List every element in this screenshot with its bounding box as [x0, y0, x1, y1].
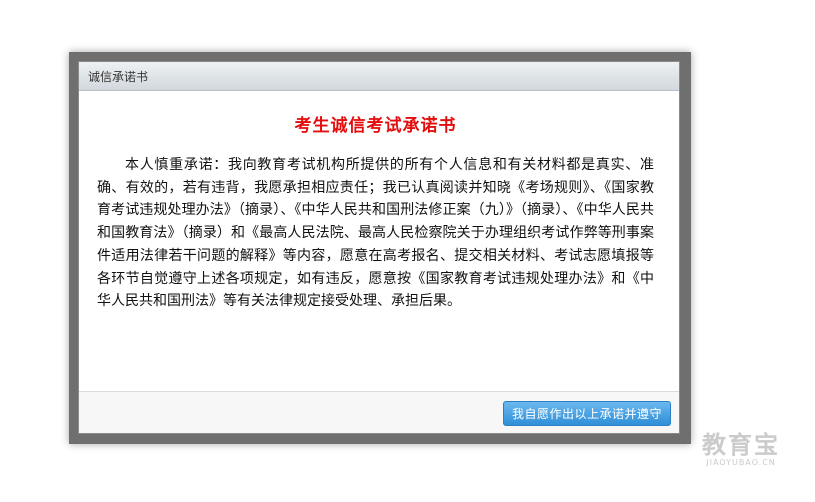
dialog-body: 考生诚信考试承诺书 本人慎重承诺：我向教育考试机构所提供的所有个人信息和有关材料…	[79, 91, 679, 392]
pledge-text: 本人慎重承诺：我向教育考试机构所提供的所有个人信息和有关材料都是真实、准确、有效…	[97, 157, 654, 310]
dialog-title: 诚信承诺书	[88, 69, 149, 84]
watermark-domain: JIAOYUBAO.CN	[706, 458, 776, 467]
pledge-dialog: 诚信承诺书 考生诚信考试承诺书 本人慎重承诺：我向教育考试机构所提供的所有个人信…	[78, 61, 680, 434]
dialog-titlebar: 诚信承诺书	[79, 62, 679, 91]
dialog-frame: 诚信承诺书 考生诚信考试承诺书 本人慎重承诺：我向教育考试机构所提供的所有个人信…	[69, 52, 691, 444]
pledge-heading: 考生诚信考试承诺书	[294, 116, 457, 136]
agree-pledge-button[interactable]: 我自愿作出以上承诺并遵守	[502, 401, 671, 426]
watermark-text: 教育宝	[702, 431, 780, 459]
watermark-logo: 教育宝 JIAOYUBAO.CN	[686, 432, 796, 468]
dialog-footer: 我自愿作出以上承诺并遵守	[79, 391, 679, 433]
